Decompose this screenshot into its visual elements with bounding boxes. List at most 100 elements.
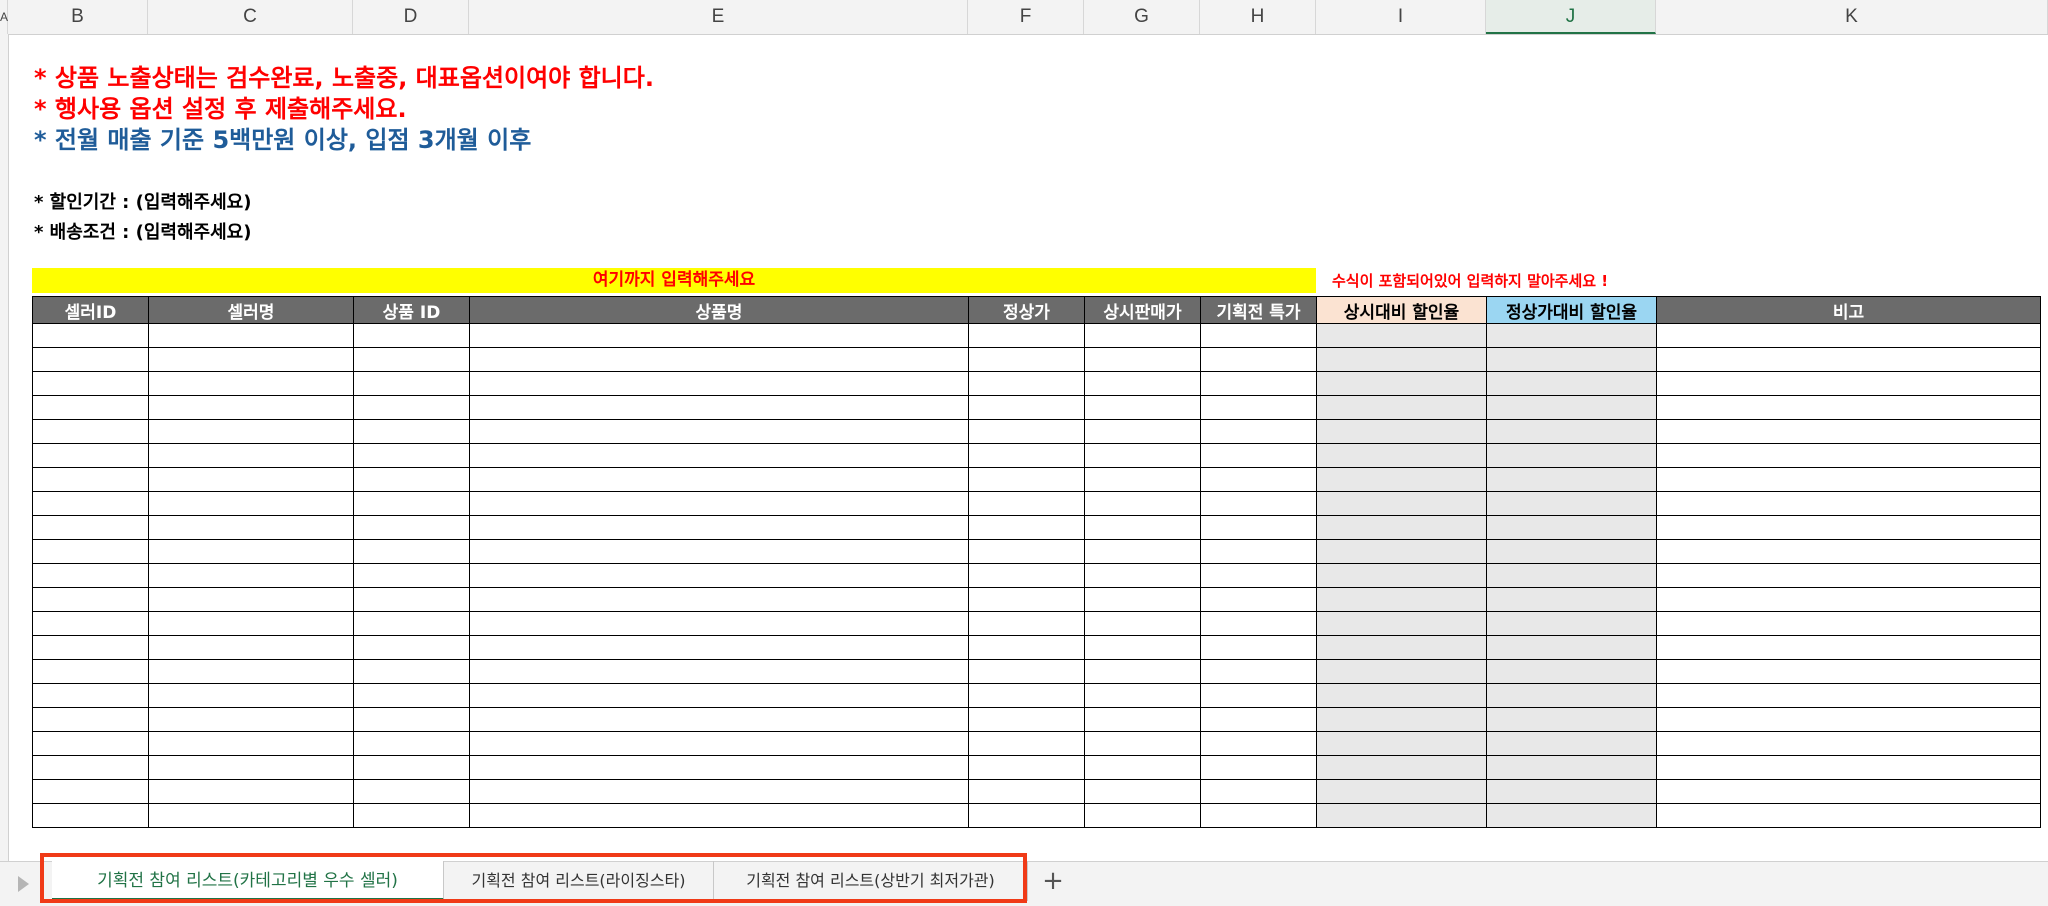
table-cell[interactable] — [353, 347, 470, 372]
table-cell[interactable] — [968, 323, 1085, 348]
table-cell[interactable] — [1316, 323, 1487, 348]
table-cell[interactable] — [32, 611, 149, 636]
table-cell[interactable] — [469, 491, 969, 516]
table-cell[interactable] — [353, 323, 470, 348]
table-cell[interactable] — [968, 395, 1085, 420]
table-cell[interactable] — [1656, 611, 2041, 636]
column-header-i[interactable]: I — [1316, 0, 1486, 34]
table-cell[interactable] — [469, 707, 969, 732]
table-cell[interactable] — [1084, 539, 1201, 564]
table-cell[interactable] — [1084, 707, 1201, 732]
table-cell[interactable] — [1486, 515, 1657, 540]
table-cell[interactable] — [1316, 539, 1487, 564]
table-cell[interactable] — [1486, 539, 1657, 564]
column-header-b[interactable]: B — [8, 0, 148, 34]
table-cell[interactable] — [1656, 635, 2041, 660]
table-cell[interactable] — [968, 755, 1085, 780]
table-cell[interactable] — [1656, 323, 2041, 348]
table-cell[interactable] — [1084, 755, 1201, 780]
table-cell[interactable] — [469, 611, 969, 636]
table-cell[interactable] — [1656, 683, 2041, 708]
table-cell[interactable] — [968, 419, 1085, 444]
table-cell[interactable] — [968, 515, 1085, 540]
table-cell[interactable] — [353, 707, 470, 732]
table-cell[interactable] — [1656, 803, 2041, 828]
table-cell[interactable] — [32, 731, 149, 756]
table-cell[interactable] — [148, 755, 354, 780]
table-cell[interactable] — [1316, 779, 1487, 804]
table-cell[interactable] — [1486, 803, 1657, 828]
header-regular-price[interactable]: 정상가 — [968, 296, 1085, 324]
table-cell[interactable] — [353, 515, 470, 540]
table-cell[interactable] — [32, 467, 149, 492]
table-cell[interactable] — [148, 659, 354, 684]
table-cell[interactable] — [1200, 419, 1317, 444]
table-cell[interactable] — [1200, 779, 1317, 804]
table-cell[interactable] — [1316, 803, 1487, 828]
table-cell[interactable] — [1656, 443, 2041, 468]
table-cell[interactable] — [32, 779, 149, 804]
table-cell[interactable] — [968, 659, 1085, 684]
table-cell[interactable] — [353, 635, 470, 660]
table-cell[interactable] — [1084, 419, 1201, 444]
table-cell[interactable] — [32, 563, 149, 588]
table-cell[interactable] — [1316, 587, 1487, 612]
table-cell[interactable] — [1486, 635, 1657, 660]
table-cell[interactable] — [1200, 659, 1317, 684]
table-cell[interactable] — [1084, 323, 1201, 348]
column-header-g[interactable]: G — [1084, 0, 1200, 34]
table-cell[interactable] — [1486, 371, 1657, 396]
table-cell[interactable] — [1316, 563, 1487, 588]
table-cell[interactable] — [1656, 707, 2041, 732]
table-cell[interactable] — [1084, 731, 1201, 756]
table-cell[interactable] — [1084, 683, 1201, 708]
table-cell[interactable] — [148, 371, 354, 396]
table-cell[interactable] — [1316, 347, 1487, 372]
table-cell[interactable] — [1656, 347, 2041, 372]
table-cell[interactable] — [353, 539, 470, 564]
table-cell[interactable] — [148, 515, 354, 540]
table-cell[interactable] — [1486, 587, 1657, 612]
table-cell[interactable] — [1316, 491, 1487, 516]
table-cell[interactable] — [32, 419, 149, 444]
table-cell[interactable] — [469, 515, 969, 540]
table-cell[interactable] — [469, 659, 969, 684]
table-cell[interactable] — [1084, 491, 1201, 516]
table-cell[interactable] — [148, 443, 354, 468]
table-cell[interactable] — [148, 563, 354, 588]
table-cell[interactable] — [353, 491, 470, 516]
table-cell[interactable] — [1200, 395, 1317, 420]
table-cell[interactable] — [1200, 803, 1317, 828]
table-cell[interactable] — [1656, 515, 2041, 540]
table-cell[interactable] — [1486, 731, 1657, 756]
table-cell[interactable] — [148, 731, 354, 756]
table-cell[interactable] — [148, 419, 354, 444]
table-cell[interactable] — [968, 611, 1085, 636]
table-cell[interactable] — [968, 539, 1085, 564]
table-cell[interactable] — [469, 731, 969, 756]
table-cell[interactable] — [1316, 707, 1487, 732]
table-cell[interactable] — [1084, 779, 1201, 804]
table-cell[interactable] — [353, 467, 470, 492]
column-header-j[interactable]: J — [1486, 0, 1656, 34]
header-product-name[interactable]: 상품명 — [469, 296, 969, 324]
header-seller-name[interactable]: 셀러명 — [148, 296, 354, 324]
table-cell[interactable] — [1656, 587, 2041, 612]
header-remarks[interactable]: 비고 — [1656, 296, 2041, 324]
table-cell[interactable] — [1084, 803, 1201, 828]
table-cell[interactable] — [968, 683, 1085, 708]
column-header-h[interactable]: H — [1200, 0, 1316, 34]
header-standard-sale-price[interactable]: 상시판매가 — [1084, 296, 1201, 324]
table-cell[interactable] — [469, 779, 969, 804]
table-cell[interactable] — [1316, 683, 1487, 708]
table-cell[interactable] — [32, 347, 149, 372]
table-cell[interactable] — [32, 635, 149, 660]
table-cell[interactable] — [1316, 731, 1487, 756]
table-cell[interactable] — [1084, 395, 1201, 420]
table-cell[interactable] — [353, 611, 470, 636]
table-cell[interactable] — [1200, 731, 1317, 756]
table-cell[interactable] — [469, 635, 969, 660]
table-cell[interactable] — [353, 371, 470, 396]
add-sheet-button[interactable]: + — [1038, 861, 1068, 901]
table-cell[interactable] — [148, 707, 354, 732]
